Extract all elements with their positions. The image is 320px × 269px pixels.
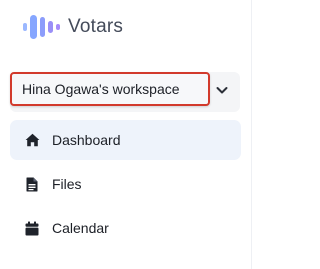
sidebar-item-calendar[interactable]: Calendar: [10, 208, 241, 248]
chevron-down-icon[interactable]: [215, 83, 229, 97]
calendar-icon: [24, 220, 40, 236]
sidebar: Votars Hina Ogawa's workspace Dashboard: [0, 0, 248, 269]
sidebar-item-label: Dashboard: [52, 132, 121, 148]
workspace-selector[interactable]: Hina Ogawa's workspace: [10, 72, 240, 112]
workspace-name: Hina Ogawa's workspace: [22, 81, 180, 97]
file-icon: [24, 176, 40, 192]
sidebar-item-label: Files: [52, 176, 82, 192]
sidebar-item-files[interactable]: Files: [10, 164, 241, 204]
sidebar-item-label: Calendar: [52, 220, 109, 236]
home-icon: [24, 132, 40, 148]
sidebar-nav: Dashboard Files Calendar: [10, 120, 241, 252]
brand-logo[interactable]: Votars: [22, 12, 123, 42]
workspace-name-box[interactable]: Hina Ogawa's workspace: [10, 72, 210, 106]
votars-waveform-logo-icon: [23, 15, 60, 39]
sidebar-divider: [251, 0, 252, 269]
sidebar-item-dashboard[interactable]: Dashboard: [10, 120, 241, 160]
brand-name: Votars: [68, 16, 124, 37]
